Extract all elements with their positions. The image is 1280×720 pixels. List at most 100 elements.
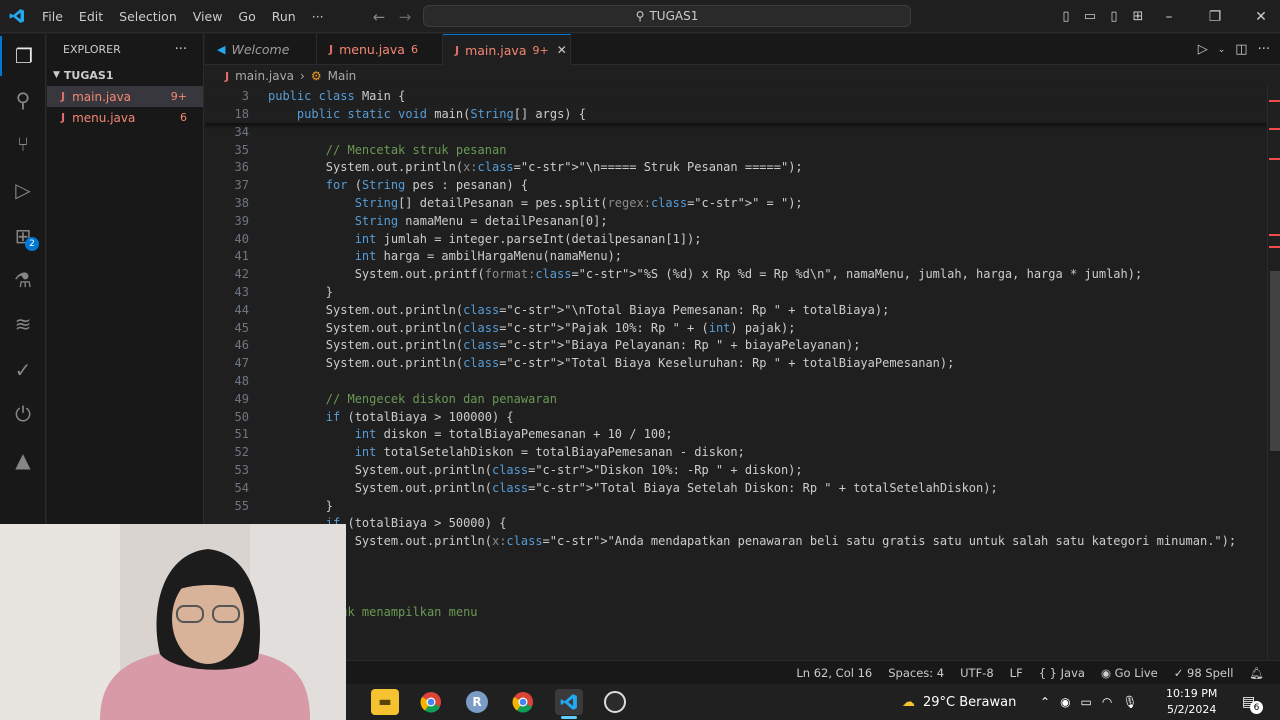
- toggle-panel-icon[interactable]: ▭: [1078, 0, 1102, 33]
- code-line[interactable]: [205, 550, 1267, 568]
- line-number: 38: [234, 196, 249, 211]
- testing-flask-icon[interactable]: ⚗: [0, 260, 46, 300]
- code-line[interactable]: 55 }: [205, 497, 1267, 515]
- chrome-icon[interactable]: [417, 689, 445, 715]
- code-line[interactable]: 54 System.out.println(class="c-str">"Tot…: [205, 479, 1267, 497]
- code-line[interactable]: System.out.println(x:class="c-str">"Anda…: [205, 532, 1267, 550]
- chevron-up-icon[interactable]: ⌃: [1040, 695, 1050, 709]
- notification-center-icon[interactable]: ▤ 6: [1242, 684, 1263, 720]
- indentation[interactable]: Spaces: 4: [880, 666, 952, 680]
- run-icon[interactable]: ▷: [1198, 42, 1208, 57]
- code-line[interactable]: 49 // Mengecek diskon dan penawaran: [205, 390, 1267, 408]
- code-line[interactable]: 48: [205, 372, 1267, 390]
- explorer-more-icon[interactable]: ···: [175, 42, 187, 57]
- tab-menu-java[interactable]: J menu.java 6: [317, 34, 443, 65]
- search-view-icon[interactable]: ⚲: [0, 80, 46, 120]
- sticky-scroll-line[interactable]: 3 public class Main {: [205, 87, 1267, 105]
- menu-view[interactable]: View: [185, 9, 231, 24]
- code-line[interactable]: if (totalBiaya > 50000) {: [205, 515, 1267, 533]
- code-line[interactable]: 39 String namaMenu = detailPesanan[0];: [205, 212, 1267, 230]
- toggle-secondary-sidebar-icon[interactable]: ▯: [1102, 0, 1126, 33]
- menu-go[interactable]: Go: [230, 9, 263, 24]
- language-mode[interactable]: { } Java: [1031, 666, 1093, 680]
- menu-run[interactable]: Run: [264, 9, 304, 24]
- chrome-profile-icon[interactable]: [509, 689, 537, 715]
- code-line[interactable]: 38 String[] detailPesanan = pes.split(re…: [205, 194, 1267, 212]
- file-encoding[interactable]: UTF-8: [952, 666, 1002, 680]
- menu-selection[interactable]: Selection: [111, 9, 185, 24]
- code-line[interactable]: 35 // Mencetak struk pesanan: [205, 141, 1267, 159]
- menu-file[interactable]: File: [34, 9, 71, 24]
- close-tab-icon[interactable]: ✕: [557, 43, 567, 57]
- run-dropdown-chevron-icon[interactable]: ⌄: [1218, 45, 1226, 55]
- code-line[interactable]: 51 int diskon = totalBiayaPemesanan + 10…: [205, 426, 1267, 444]
- code-line[interactable]: 45 System.out.println(class="c-str">"Paj…: [205, 319, 1267, 337]
- spell-label: 98 Spell: [1187, 665, 1234, 680]
- remote-icon[interactable]: ▲: [0, 440, 46, 480]
- menu-more[interactable]: ···: [304, 9, 332, 24]
- code-line[interactable]: 50 if (totalBiaya > 100000) {: [205, 408, 1267, 426]
- code-line[interactable]: 43 }: [205, 283, 1267, 301]
- run-debug-icon[interactable]: ▷: [0, 170, 46, 210]
- code-line[interactable]: [205, 568, 1267, 586]
- git-graph-icon[interactable]: ≋: [0, 304, 46, 344]
- command-center-search[interactable]: ⚲ TUGAS1: [423, 5, 911, 27]
- editor-scrollbar[interactable]: [1267, 86, 1280, 660]
- microphone-icon[interactable]: 🎙︎: [1122, 695, 1137, 709]
- obs-recorder-icon[interactable]: [601, 689, 629, 715]
- breadcrumb-file[interactable]: main.java: [235, 69, 294, 83]
- tab-main-java[interactable]: J main.java 9+ ✕: [443, 34, 571, 65]
- code-line[interactable]: 44 System.out.println(class="c-str">"\nT…: [205, 301, 1267, 319]
- code-line[interactable]: 52 int totalSetelahDiskon = totalBiayaPe…: [205, 443, 1267, 461]
- code-line[interactable]: 37 for (String pes : pesanan) {: [205, 176, 1267, 194]
- power-icon[interactable]: ⏻: [0, 394, 46, 434]
- cursor-position[interactable]: Ln 62, Col 16: [788, 666, 880, 680]
- split-editor-icon[interactable]: ◫: [1235, 42, 1247, 57]
- weather-widget[interactable]: ☁ 29°C Berawan: [902, 684, 1016, 720]
- file-explorer-icon[interactable]: ▬: [371, 689, 399, 715]
- wifi-icon[interactable]: ◠: [1102, 695, 1112, 709]
- end-of-line[interactable]: LF: [1002, 666, 1031, 680]
- clock[interactable]: 10:19 PM 5/2/2024: [1166, 684, 1217, 720]
- checklist-icon[interactable]: ✓: [0, 350, 46, 390]
- forward-arrow-icon[interactable]: →: [392, 8, 418, 26]
- code-line[interactable]: od untuk menampilkan menu: [205, 604, 1267, 622]
- explorer-files-icon[interactable]: ❐: [0, 36, 46, 76]
- workspace-folder[interactable]: ▼ TUGAS1: [47, 64, 203, 86]
- tab-welcome[interactable]: ◀ Welcome: [205, 34, 317, 65]
- scrollbar-thumb[interactable]: [1270, 271, 1280, 451]
- extensions-icon[interactable]: ⊞ 2: [0, 216, 46, 256]
- webcam-icon[interactable]: ◉: [1060, 695, 1070, 709]
- code-line[interactable]: 46 System.out.println(class="c-str">"Bia…: [205, 337, 1267, 355]
- minimize-button[interactable]: –: [1146, 0, 1192, 33]
- editor-more-icon[interactable]: ···: [1258, 42, 1270, 57]
- code-editor[interactable]: 3 public class Main {18 public static voi…: [205, 86, 1267, 660]
- spell-check[interactable]: ✓ 98 Spell: [1166, 666, 1242, 680]
- sticky-scroll-line[interactable]: 18 public static void main(String[] args…: [205, 104, 1267, 123]
- file-item-menu-java[interactable]: J menu.java 6: [47, 107, 203, 128]
- toggle-sidebar-icon[interactable]: ▯: [1054, 0, 1078, 33]
- breadcrumb-symbol[interactable]: Main: [328, 69, 357, 83]
- battery-icon[interactable]: ▭: [1081, 695, 1092, 709]
- code-line[interactable]: 40 int jumlah = integer.parseInt(detailp…: [205, 230, 1267, 248]
- code-line[interactable]: 36 System.out.println(x:class="c-str">"\…: [205, 159, 1267, 177]
- restore-button[interactable]: ❐: [1192, 0, 1238, 33]
- menu-edit[interactable]: Edit: [71, 9, 111, 24]
- code-text: // Mengecek diskon dan penawaran: [268, 391, 557, 406]
- code-line[interactable]: void: [205, 621, 1267, 639]
- code-line[interactable]: 53 System.out.println(class="c-str">"Dis…: [205, 461, 1267, 479]
- notifications-bell-icon[interactable]: 🔔︎: [1241, 666, 1272, 680]
- vscode-taskbar-icon[interactable]: [555, 689, 583, 719]
- file-item-main-java[interactable]: J main.java 9+: [47, 86, 203, 107]
- code-line[interactable]: 47 System.out.println(class="c-str">"Tot…: [205, 354, 1267, 372]
- back-arrow-icon[interactable]: ←: [366, 8, 392, 26]
- problem-count: 6: [180, 111, 187, 124]
- code-line[interactable]: 34: [205, 123, 1267, 141]
- code-line[interactable]: 41 int harga = ambilHargaMenu(namaMenu);: [205, 248, 1267, 266]
- close-window-button[interactable]: ✕: [1238, 0, 1280, 33]
- source-control-icon[interactable]: ⑂: [0, 124, 46, 164]
- code-line[interactable]: [205, 586, 1267, 604]
- code-line[interactable]: 42 System.out.printf(format:class="c-str…: [205, 265, 1267, 283]
- profile-avatar-icon[interactable]: R: [463, 689, 491, 715]
- go-live-button[interactable]: ◉ Go Live: [1093, 666, 1166, 680]
